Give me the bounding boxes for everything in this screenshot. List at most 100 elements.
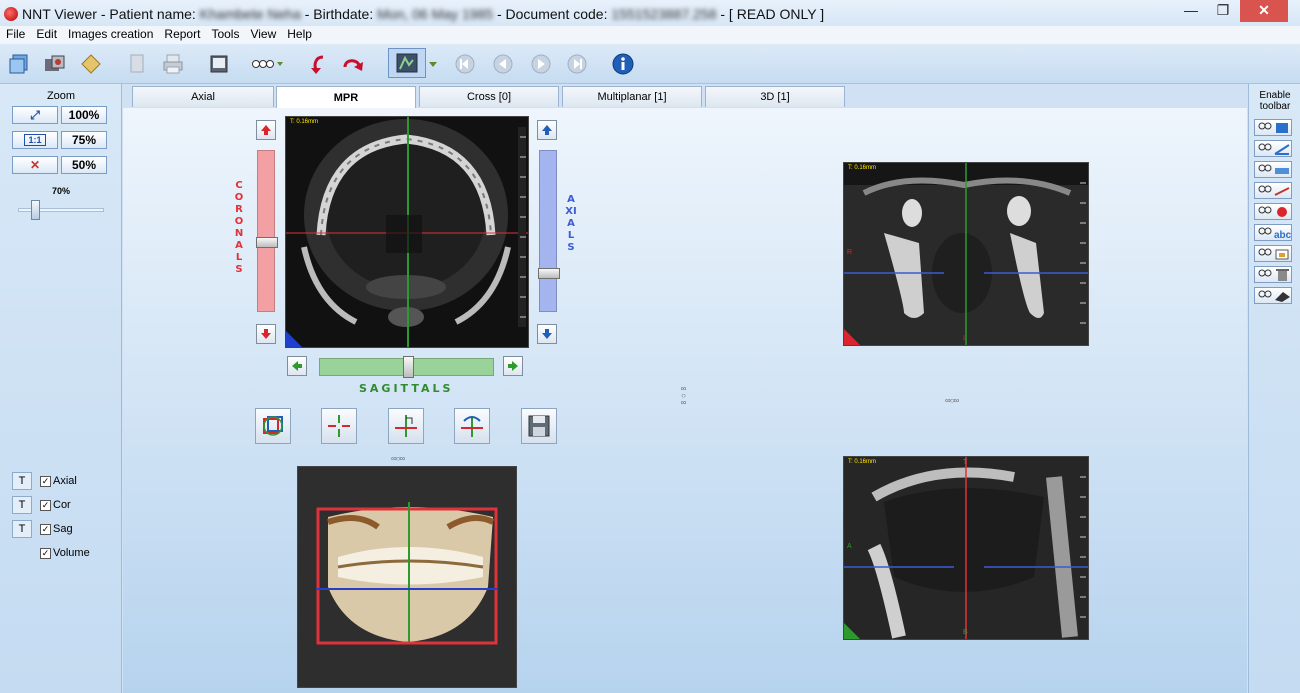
sagittal-view[interactable]: T: 0.16mm T A B xyxy=(843,456,1089,640)
redo-button[interactable] xyxy=(340,51,366,77)
tool-region-button[interactable] xyxy=(1254,245,1292,262)
axial-up-button[interactable] xyxy=(537,120,557,140)
axial-text-button[interactable]: T xyxy=(12,472,32,490)
horizontal-splitter-handle[interactable]: ∞○∞ xyxy=(945,396,959,405)
tool-text-button[interactable]: abc xyxy=(1254,224,1292,241)
next-image-button[interactable] xyxy=(528,51,554,77)
sagittal-marker-b: B xyxy=(963,629,968,636)
info-button[interactable] xyxy=(610,51,636,77)
coronal-marker-l: L xyxy=(963,335,967,342)
tab-3d[interactable]: 3D [1] xyxy=(705,86,845,107)
coronal-slider[interactable] xyxy=(256,150,278,312)
image-view-icon xyxy=(396,53,418,73)
coronal-up-button[interactable] xyxy=(256,120,276,140)
coronal-view[interactable]: T: 0.16mm R L xyxy=(843,162,1089,346)
rotate-crosshair-button[interactable] xyxy=(454,408,490,444)
save-button[interactable] xyxy=(521,408,557,444)
tool-eraser-button[interactable] xyxy=(1254,287,1292,304)
sag-checkbox-row[interactable]: ✓ Sag xyxy=(40,523,73,535)
tab-mpr[interactable]: MPR xyxy=(276,86,416,109)
tag-button[interactable] xyxy=(78,51,104,77)
zoom-50-button[interactable]: 50% xyxy=(61,156,107,174)
view-mode-button[interactable] xyxy=(388,48,426,78)
cor-text-button[interactable]: T xyxy=(12,496,32,514)
sagittal-marker-t: T xyxy=(963,459,968,466)
sagittal-left-button[interactable] xyxy=(287,356,307,376)
tool-line-button[interactable] xyxy=(1254,182,1292,199)
volume-checkbox-row[interactable]: ✓ Volume xyxy=(40,547,90,559)
sagittal-slider-thumb[interactable] xyxy=(402,356,414,378)
menu-report[interactable]: Report xyxy=(158,26,205,44)
vertical-splitter-handle[interactable]: ∞○∞ xyxy=(679,384,688,405)
zoom-fit-button[interactable]: ⤢ xyxy=(12,106,58,124)
tab-cross[interactable]: Cross [0] xyxy=(419,86,559,107)
sagittal-right-button[interactable] xyxy=(503,356,523,376)
tool-delete-button[interactable] xyxy=(1254,266,1292,283)
cor-checkbox[interactable]: ✓ xyxy=(40,499,51,511)
menu-help[interactable]: Help xyxy=(281,26,317,44)
first-image-button[interactable] xyxy=(452,51,478,77)
open-documents-button[interactable] xyxy=(6,51,32,77)
reset-crosshair-button[interactable] xyxy=(388,408,424,444)
zoom-100-button[interactable]: 100% xyxy=(61,106,107,124)
zoom-slider-thumb[interactable] xyxy=(31,200,41,220)
sagittals-label: SAGITTALS xyxy=(359,382,454,395)
tab-multiplanar[interactable]: Multiplanar [1] xyxy=(562,86,702,107)
maximize-button[interactable]: ❐ xyxy=(1208,0,1238,22)
zoom-percent-readout: 70% xyxy=(51,186,70,196)
tool-3d-cube-button[interactable] xyxy=(1254,119,1292,136)
redo-icon xyxy=(343,59,363,71)
zoom-tools-button[interactable]: ✕ xyxy=(12,156,58,174)
tab-axial[interactable]: Axial xyxy=(132,86,274,107)
menu-file[interactable]: File xyxy=(0,26,30,44)
coronal-scale-ruler xyxy=(1080,182,1086,324)
coronal-down-button[interactable] xyxy=(256,324,276,344)
tool-measure-angle-button[interactable] xyxy=(1254,140,1292,157)
close-button[interactable]: ✕ xyxy=(1240,0,1288,22)
enable-toolbar-label[interactable]: Enable toolbar xyxy=(1249,90,1300,112)
tool-ruler-button[interactable] xyxy=(1254,161,1292,178)
rotate-planes-button[interactable] xyxy=(255,408,291,444)
axial-checkbox-row[interactable]: ✓ Axial xyxy=(40,475,77,487)
tool-point-button[interactable] xyxy=(1254,203,1292,220)
menu-images-creation[interactable]: Images creation xyxy=(62,26,158,44)
axial-checkbox[interactable]: ✓ xyxy=(40,475,51,487)
minimize-button[interactable]: — xyxy=(1176,0,1206,22)
rotate-planes-icon xyxy=(263,416,283,436)
coronal-slider-thumb[interactable] xyxy=(256,236,278,248)
axial-scan-image xyxy=(286,117,528,347)
volume-3d-view[interactable] xyxy=(297,466,517,688)
volume-resize-handle[interactable]: ∞○∞ xyxy=(391,454,405,463)
menu-bar: File Edit Images creation Report Tools V… xyxy=(0,26,1300,44)
zoom-75-button[interactable]: 75% xyxy=(61,131,107,149)
menu-view[interactable]: View xyxy=(244,26,281,44)
view-mode-dropdown[interactable] xyxy=(428,51,438,77)
axial-view[interactable]: T: 0.16mm xyxy=(285,116,529,348)
axial-down-button[interactable] xyxy=(537,324,557,344)
axial-slider[interactable] xyxy=(538,150,560,312)
last-image-button[interactable] xyxy=(564,51,590,77)
undo-button[interactable] xyxy=(306,51,332,77)
menu-edit[interactable]: Edit xyxy=(30,26,62,44)
mpr-workspace: CORONALS T: 0.16mm AXIALS SAGITTALS ∞○∞ … xyxy=(123,108,1247,693)
crosshair-button[interactable] xyxy=(321,408,357,444)
region-icon xyxy=(1258,248,1289,260)
display-button[interactable] xyxy=(206,51,232,77)
printer-icon xyxy=(163,54,183,74)
cor-checkbox-row[interactable]: ✓ Cor xyxy=(40,499,71,511)
volume-checkbox[interactable]: ✓ xyxy=(40,547,51,559)
sag-checkbox[interactable]: ✓ xyxy=(40,523,51,535)
previous-image-button[interactable] xyxy=(490,51,516,77)
images-button[interactable] xyxy=(42,51,68,77)
sag-text-button[interactable]: T xyxy=(12,520,32,538)
zoom-actual-size-button[interactable]: 1:1 xyxy=(12,131,58,149)
sagittal-slider[interactable] xyxy=(319,356,494,378)
left-zoom-panel: Zoom ⤢ 100% 1:1 75% ✕ 50% 70% T ✓ Axial T… xyxy=(0,84,122,693)
print-button[interactable] xyxy=(160,51,186,77)
axial-slider-thumb[interactable] xyxy=(538,268,560,279)
point-icon xyxy=(1258,206,1287,217)
sagittal-scale-ruler xyxy=(1080,476,1086,618)
new-document-button[interactable] xyxy=(124,51,150,77)
menu-tools[interactable]: Tools xyxy=(205,26,244,44)
measure-button[interactable] xyxy=(250,51,284,77)
